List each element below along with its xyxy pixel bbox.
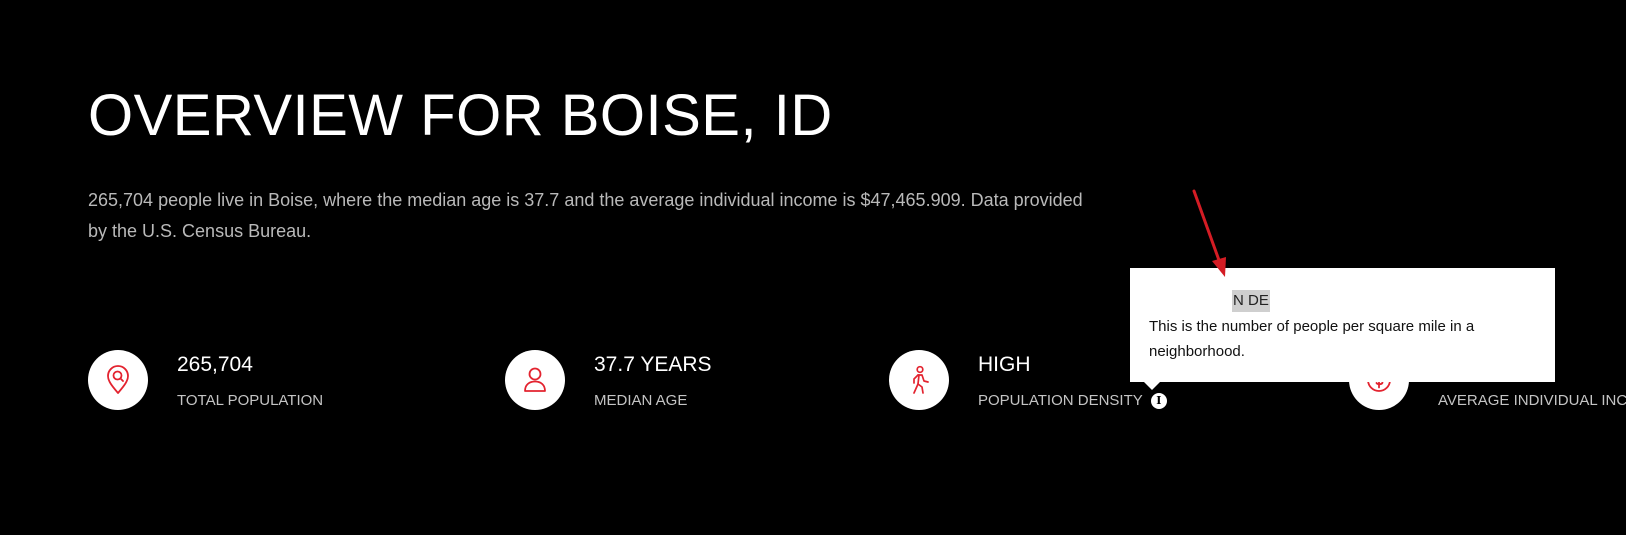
stat-label: POPULATION DENSITY bbox=[978, 392, 1143, 409]
overview-description: 265,704 people live in Boise, where the … bbox=[88, 190, 1083, 241]
stat-value: 265,704 bbox=[177, 353, 253, 376]
stat-label-row: POPULATION DENSITY i bbox=[978, 391, 1167, 411]
stat-total-population: 265,704 TOTAL POPULATION bbox=[88, 350, 408, 414]
walking-person-icon bbox=[889, 350, 949, 410]
info-icon[interactable]: i bbox=[1150, 393, 1167, 409]
stat-label: TOTAL POPULATION bbox=[177, 392, 324, 409]
stat-value: 37.7 YEARS bbox=[594, 353, 712, 376]
tooltip-body: This is the number of people per square … bbox=[1149, 318, 1475, 360]
density-tooltip: N DE This is the number of people per sq… bbox=[1130, 268, 1555, 382]
tooltip-caret bbox=[1144, 382, 1160, 390]
page-title: OVERVIEW FOR BOISE, ID bbox=[88, 83, 833, 148]
tooltip-heading: N DE bbox=[1232, 290, 1270, 312]
stat-median-age: 37.7 YEARS MEDIAN AGE bbox=[505, 350, 825, 414]
person-icon bbox=[505, 350, 565, 410]
map-pin-search-icon bbox=[88, 350, 148, 410]
stat-label: MEDIAN AGE bbox=[594, 392, 688, 409]
annotation-arrow-icon bbox=[1192, 189, 1226, 277]
stat-label: AVERAGE INDIVIDUAL INCO bbox=[1438, 392, 1626, 409]
stat-value: HIGH bbox=[978, 353, 1031, 376]
